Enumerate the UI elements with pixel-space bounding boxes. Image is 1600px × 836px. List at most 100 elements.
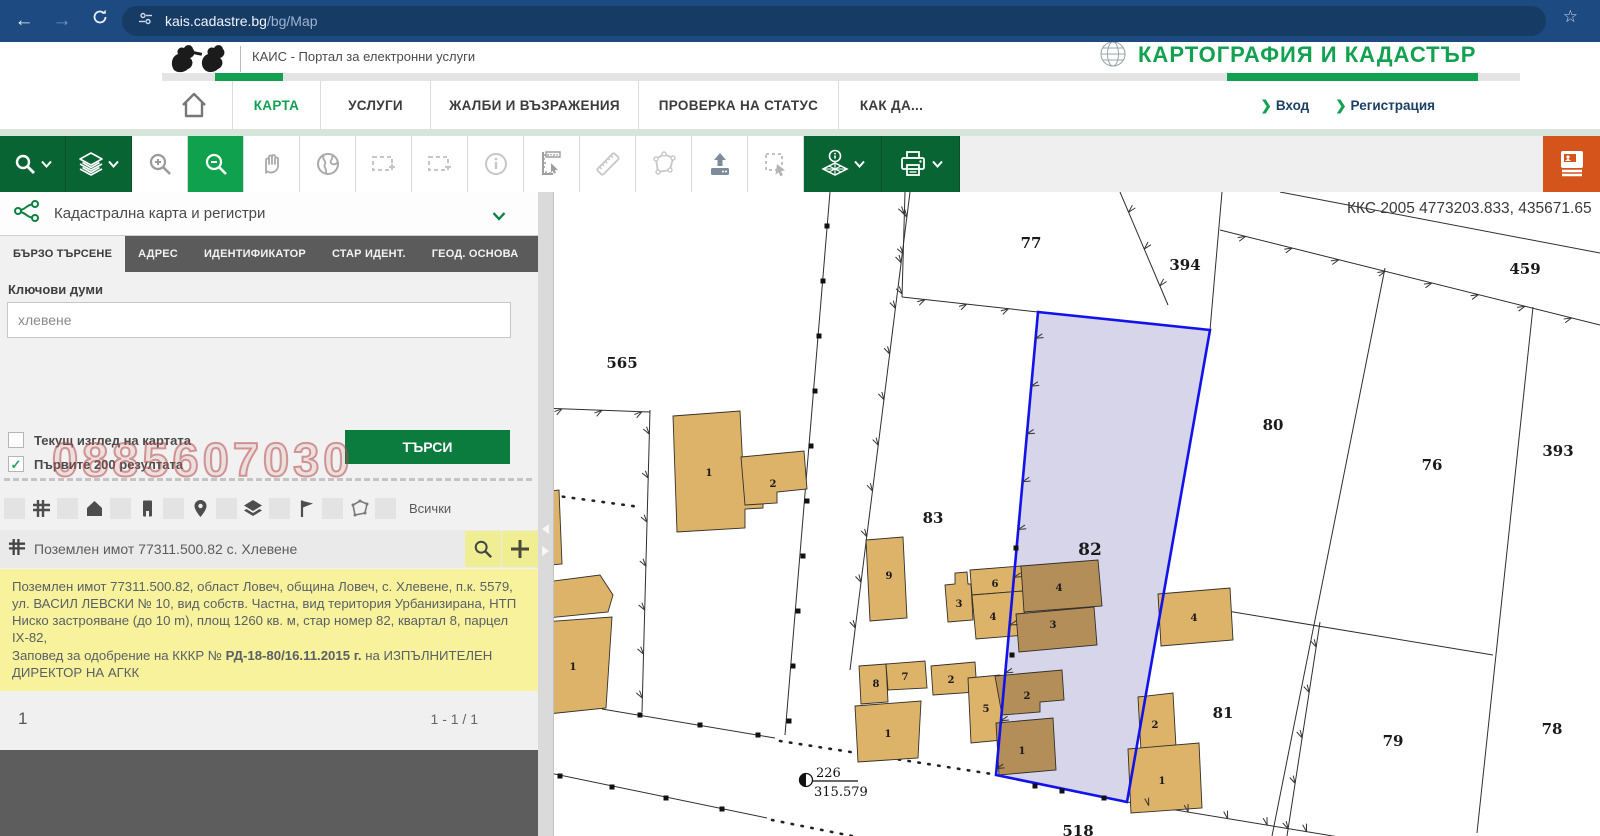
filter-checkbox[interactable] [322,498,343,519]
home-icon[interactable] [178,89,210,126]
nav-tab-kak-da[interactable]: КАК ДА... [839,81,944,130]
nav-tab-zhalbi[interactable]: ЖАЛБИ И ВЪЗРАЖЕНИЯ [431,81,638,130]
filter-checkbox[interactable] [163,498,184,519]
current-view-checkbox[interactable] [8,432,24,448]
search-sidebar: Кадастрална карта и регистри БЪРЗО ТЪРСЕ… [0,192,538,836]
browser-back-icon[interactable]: ← [12,9,36,33]
filter-checkbox[interactable] [269,498,290,519]
tab-identifier[interactable]: ИДЕНТИФИКАТОР [191,236,319,272]
chevron-down-icon[interactable] [492,208,506,226]
tab-old-ident[interactable]: СТАР ИДЕНТ. [319,236,419,272]
search-result-row[interactable]: Поземлен имот 77311.500.82 с. Хлевене [0,530,538,568]
main-nav: КАРТА УСЛУГИ ЖАЛБИ И ВЪЗРАЖЕНИЯ ПРОВЕРКА… [0,81,1600,130]
info-tool-button[interactable] [468,136,524,192]
nav-tab-uslugi[interactable]: УСЛУГИ [321,81,430,130]
layers-tool-button[interactable] [66,136,132,192]
pagination-bar: 1 1 - 1 / 1 [0,691,538,750]
building-icon[interactable] [136,497,158,519]
sidebar-header[interactable]: Кадастрална карта и регистри [0,192,538,236]
nav-tab-proverka[interactable]: ПРОВЕРКА НА СТАТУС [639,81,838,130]
parcel-label: 78 [1542,720,1563,738]
sidebar-tabs: БЪРЗО ТЪРСЕНЕ АДРЕС ИДЕНТИФИКАТОР СТАР И… [0,236,538,272]
parcel-grid-icon[interactable] [30,497,52,519]
page-number[interactable]: 1 [18,709,27,729]
sidebar-collapse-handle[interactable] [538,192,554,836]
upload-tool-button[interactable] [692,136,748,192]
building-label: 1 [570,662,577,673]
building-label: 2 [770,479,777,490]
filter-checkbox[interactable] [216,498,237,519]
keywords-input[interactable] [7,302,511,338]
collapse-right-icon [542,546,549,556]
map-viewport[interactable]: 7739445956580763938382817978518121963443… [554,192,1600,836]
search-tool-button[interactable] [0,136,66,192]
login-link[interactable]: ❯Вход [1261,98,1310,114]
parcel-label: 565 [606,354,637,372]
building-label: 4 [990,612,997,623]
legend-tool-button[interactable] [804,136,882,192]
measure-distance-tool-button[interactable] [580,136,636,192]
zoom-in-tool-button[interactable] [132,136,188,192]
parcel-label: 393 [1542,442,1573,460]
add-result-button[interactable] [502,531,538,567]
browser-forward-icon[interactable]: → [50,9,74,33]
search-button[interactable]: ТЪРСИ [345,430,510,464]
page-range: 1 - 1 / 1 [431,711,478,727]
site-header: КАИС - Портал за електронни услуги КАРТО… [0,42,1600,73]
first-200-label: Първите 200 резултата [34,457,183,472]
map-pin-icon[interactable] [189,497,211,519]
building-label: 2 [948,675,955,686]
parcel-grid-icon [8,538,26,561]
draw-polygon-tool-button[interactable] [636,136,692,192]
address-bar[interactable]: kais.cadastre.bg/bg/Map [122,6,1546,36]
chevron-right-icon: ❯ [1261,98,1272,113]
pan-tool-button[interactable] [244,136,300,192]
parcel-label: 80 [1263,416,1284,434]
sidebar-title: Кадастрална карта и регистри [54,205,265,222]
zoom-box-out-tool-button[interactable] [412,136,468,192]
globe-wireframe-icon [1098,42,1128,73]
filter-checkbox[interactable] [4,498,25,519]
agency-logo[interactable] [166,42,230,73]
bookmark-star-icon[interactable]: ☆ [1563,7,1578,27]
tab-quick-search[interactable]: БЪРЗО ТЪРСЕНЕ [0,236,125,272]
accent-strip [162,73,1520,81]
tab-address[interactable]: АДРЕС [125,236,191,272]
parcel-label: 76 [1422,456,1443,474]
auth-links: ❯Вход ❯Регистрация [1261,81,1435,130]
building-label: 9 [886,571,893,582]
first-200-row: ✓ Първите 200 резултата [8,456,183,472]
site-permissions-icon[interactable] [138,11,153,31]
cadastral-map[interactable]: 7739445956580763938382817978518121963443… [554,192,1600,836]
select-region-tool-button[interactable] [748,136,804,192]
building-label: 4 [1056,583,1063,594]
building-label: 1 [1019,746,1026,757]
nav-tab-karta[interactable]: КАРТА [233,81,320,130]
filter-checkbox[interactable] [110,498,131,519]
measure-area-tool-button[interactable] [524,136,580,192]
tab-geod-basis[interactable]: ГЕОД. ОСНОВА [419,236,532,272]
register-link[interactable]: ❯Регистрация [1335,98,1435,114]
polygon-icon[interactable] [348,497,370,519]
building-label: 3 [956,599,963,610]
parcel-label: 394 [1169,256,1200,274]
control-point-number: 226 [816,766,841,781]
result-title: Поземлен имот 77311.500.82 с. Хлевене [34,541,297,557]
print-tool-button[interactable] [882,136,960,192]
browser-reload-icon[interactable] [88,8,112,32]
zoom-box-in-tool-button[interactable] [356,136,412,192]
globe-tool-button[interactable] [300,136,356,192]
flag-icon[interactable] [295,497,317,519]
layers-icon[interactable] [242,497,264,519]
chevron-down-icon [932,160,943,168]
house-icon[interactable] [83,497,105,519]
first-200-checkbox[interactable]: ✓ [8,456,24,472]
filter-checkbox[interactable] [375,498,396,519]
zoom-to-result-button[interactable] [465,531,501,567]
parcel-label: 518 [1062,822,1093,836]
filter-checkbox[interactable] [57,498,78,519]
building-label: 6 [992,579,999,590]
news-widget-button[interactable] [1543,136,1600,192]
zoom-out-tool-button[interactable] [188,136,244,192]
chevron-down-icon [108,160,119,168]
